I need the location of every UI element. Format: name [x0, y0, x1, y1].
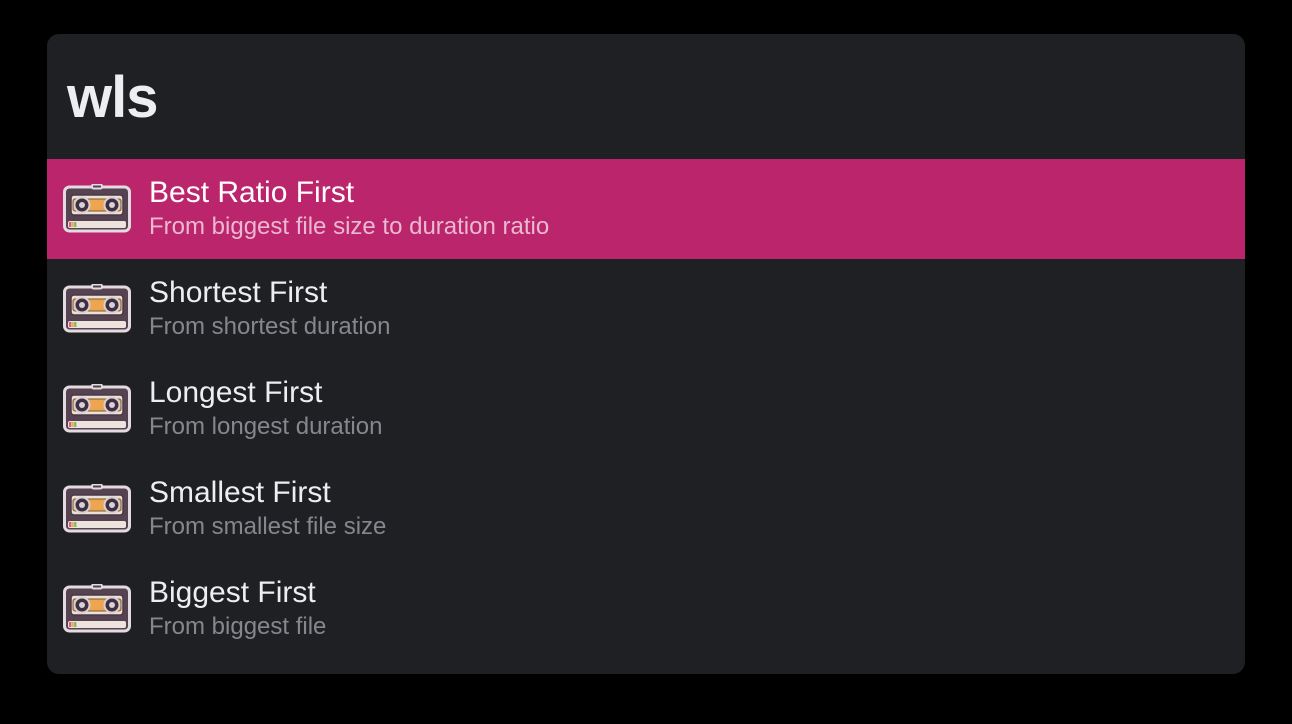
result-title: Longest First — [149, 376, 382, 409]
result-item-smallest-first[interactable]: Smallest First From smallest file size — [47, 459, 1245, 559]
result-text: Best Ratio First From biggest file size … — [149, 176, 549, 242]
result-item-shortest-first[interactable]: Shortest First From shortest duration — [47, 259, 1245, 359]
result-item-best-ratio-first[interactable]: Best Ratio First From biggest file size … — [47, 159, 1245, 259]
result-item-biggest-first[interactable]: Biggest First From biggest file — [47, 559, 1245, 659]
result-subtitle: From smallest file size — [149, 513, 386, 542]
result-title: Shortest First — [149, 276, 390, 309]
result-subtitle: From biggest file — [149, 613, 326, 642]
launcher-panel: wls Best Ratio First From biggest file s… — [47, 34, 1245, 674]
result-title: Best Ratio First — [149, 176, 549, 209]
vhs-tape-icon — [63, 184, 131, 234]
result-title: Smallest First — [149, 476, 386, 509]
result-text: Biggest First From biggest file — [149, 576, 326, 642]
header: wls — [47, 34, 1245, 159]
result-title: Biggest First — [149, 576, 326, 609]
vhs-tape-icon — [63, 284, 131, 334]
result-subtitle: From longest duration — [149, 413, 382, 442]
results-list: Best Ratio First From biggest file size … — [47, 159, 1245, 659]
search-query-text: wls — [67, 64, 1225, 131]
vhs-tape-icon — [63, 584, 131, 634]
result-subtitle: From shortest duration — [149, 313, 390, 342]
result-text: Shortest First From shortest duration — [149, 276, 390, 342]
result-text: Smallest First From smallest file size — [149, 476, 386, 542]
result-item-longest-first[interactable]: Longest First From longest duration — [47, 359, 1245, 459]
result-text: Longest First From longest duration — [149, 376, 382, 442]
vhs-tape-icon — [63, 384, 131, 434]
result-subtitle: From biggest file size to duration ratio — [149, 213, 549, 242]
vhs-tape-icon — [63, 484, 131, 534]
